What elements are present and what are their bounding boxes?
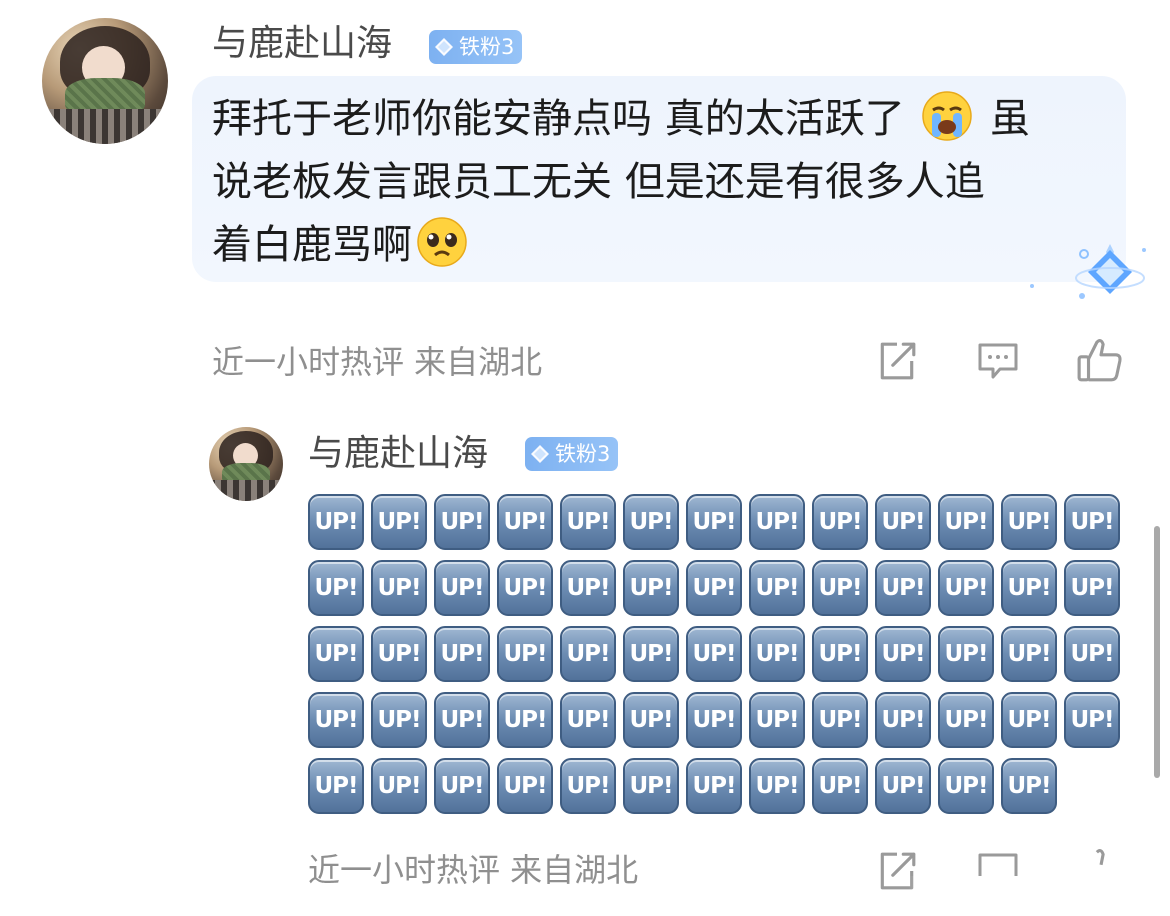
up-emoji-icon: UP! (434, 758, 490, 814)
up-emoji-icon: UP! (308, 560, 364, 616)
up-emoji-icon: UP! (938, 494, 994, 550)
comment-text-line1-end: 虽 (990, 96, 1031, 142)
up-emoji-icon: UP! (938, 692, 994, 748)
up-emoji-icon: UP! (497, 626, 553, 682)
up-emoji-icon: UP! (623, 626, 679, 682)
fan-level-badge: 铁粉3 (429, 30, 523, 64)
up-emoji-icon: UP! (623, 758, 679, 814)
up-emoji-icon: UP! (1064, 494, 1120, 550)
badge-label: 铁粉3 (555, 442, 611, 466)
comment-text-line1: 拜托于老师你能安静点吗 真的太活跃了 (212, 96, 905, 142)
comment-text-line3: 着白鹿骂啊 (212, 222, 412, 268)
up-emoji-icon: UP! (434, 560, 490, 616)
up-emoji-icon: UP! (560, 494, 616, 550)
up-emoji-icon: UP! (560, 758, 616, 814)
up-emoji-icon: UP! (497, 560, 553, 616)
up-emoji-icon: UP! (623, 494, 679, 550)
up-emoji-icon: UP! (371, 692, 427, 748)
up-emoji-icon: UP! (749, 758, 805, 814)
up-emoji-icon: UP! (560, 560, 616, 616)
up-emoji-icon: UP! (308, 692, 364, 748)
up-emoji-icon: UP! (749, 560, 805, 616)
up-emoji-icon: UP! (560, 692, 616, 748)
loudly-crying-face-icon (922, 91, 973, 141)
up-emoji-icon: UP! (686, 758, 742, 814)
up-emoji-icon: UP! (938, 626, 994, 682)
up-emoji-icon: UP! (497, 758, 553, 814)
up-emoji-icon: UP! (686, 560, 742, 616)
comment-text: 拜托于老师你能安静点吗 真的太活跃了 虽 说老板发言跟员工无关 但是还是有很多人… (212, 88, 1112, 277)
up-emoji-icon: UP! (875, 560, 931, 616)
up-emoji-icon: UP! (1001, 692, 1057, 748)
up-emoji-icon: UP! (812, 494, 868, 550)
up-emoji-icon: UP! (623, 560, 679, 616)
up-emoji-icon: UP! (308, 626, 364, 682)
up-emoji-icon: UP! (308, 494, 364, 550)
up-emoji-icon: UP! (1001, 626, 1057, 682)
up-emoji-icon: UP! (812, 560, 868, 616)
up-emoji-icon: UP! (308, 758, 364, 814)
up-emoji-icon: UP! (875, 758, 931, 814)
up-emoji-icon: UP! (1001, 560, 1057, 616)
comment-meta: 近一小时热评 来自湖北 (212, 343, 543, 381)
share-icon[interactable] (876, 340, 918, 382)
username[interactable]: 与鹿赴山海 (308, 432, 488, 476)
up-emoji-grid: UP! UP! UP! UP! UP! UP! UP! UP! UP! UP! UP! UP! UP! U… (308, 494, 1120, 814)
up-emoji-icon: UP! (434, 626, 490, 682)
up-emoji-icon: UP! (1064, 626, 1120, 682)
up-emoji-icon: UP! (875, 626, 931, 682)
up-emoji-icon: UP! (749, 626, 805, 682)
up-emoji-icon: UP! (1064, 560, 1120, 616)
up-emoji-icon: UP! (1001, 758, 1057, 814)
up-emoji-icon: UP! (812, 626, 868, 682)
pleading-face-icon (417, 217, 467, 267)
up-emoji-icon: UP! (686, 494, 742, 550)
up-emoji-icon: UP! (875, 494, 931, 550)
diamond-icon (531, 445, 549, 463)
up-emoji-icon: UP! (371, 758, 427, 814)
comment-text-line2: 说老板发言跟员工无关 但是还是有很多人追 (212, 159, 985, 205)
up-emoji-icon: UP! (623, 692, 679, 748)
up-emoji-icon: UP! (434, 692, 490, 748)
comment-icon[interactable] (976, 340, 1020, 382)
diamond-icon (435, 38, 453, 56)
up-emoji-icon: UP! (371, 560, 427, 616)
up-emoji-icon: UP! (749, 494, 805, 550)
comment-thread: 与鹿赴山海 铁粉3 拜托于老师你能安静点吗 真的太活跃了 虽 说老板发言跟员工无… (0, 0, 1170, 916)
up-emoji-icon: UP! (686, 626, 742, 682)
up-emoji-icon: UP! (497, 692, 553, 748)
up-emoji-icon: UP! (497, 494, 553, 550)
up-emoji-icon: UP! (371, 626, 427, 682)
up-emoji-icon: UP! (812, 758, 868, 814)
up-emoji-icon: UP! (686, 692, 742, 748)
up-emoji-icon: UP! (434, 494, 490, 550)
scrollbar[interactable] (1154, 526, 1160, 778)
up-emoji-icon: UP! (749, 692, 805, 748)
avatar[interactable] (42, 18, 168, 144)
comment-meta: 近一小时热评 来自湖北 (308, 851, 639, 889)
badge-label: 铁粉3 (459, 35, 515, 59)
watermark-fade (908, 876, 1170, 916)
like-icon[interactable] (1076, 336, 1124, 384)
up-emoji-icon: UP! (1064, 692, 1120, 748)
up-emoji-icon: UP! (371, 494, 427, 550)
vip-diamond-icon (1030, 244, 1146, 299)
up-emoji-icon: UP! (938, 560, 994, 616)
up-emoji-icon: UP! (938, 758, 994, 814)
up-emoji-icon: UP! (1001, 494, 1057, 550)
avatar[interactable] (209, 427, 283, 501)
up-emoji-icon: UP! (560, 626, 616, 682)
up-emoji-icon: UP! (875, 692, 931, 748)
fan-level-badge: 铁粉3 (525, 437, 619, 471)
up-emoji-icon: UP! (812, 692, 868, 748)
username[interactable]: 与鹿赴山海 (212, 22, 392, 66)
